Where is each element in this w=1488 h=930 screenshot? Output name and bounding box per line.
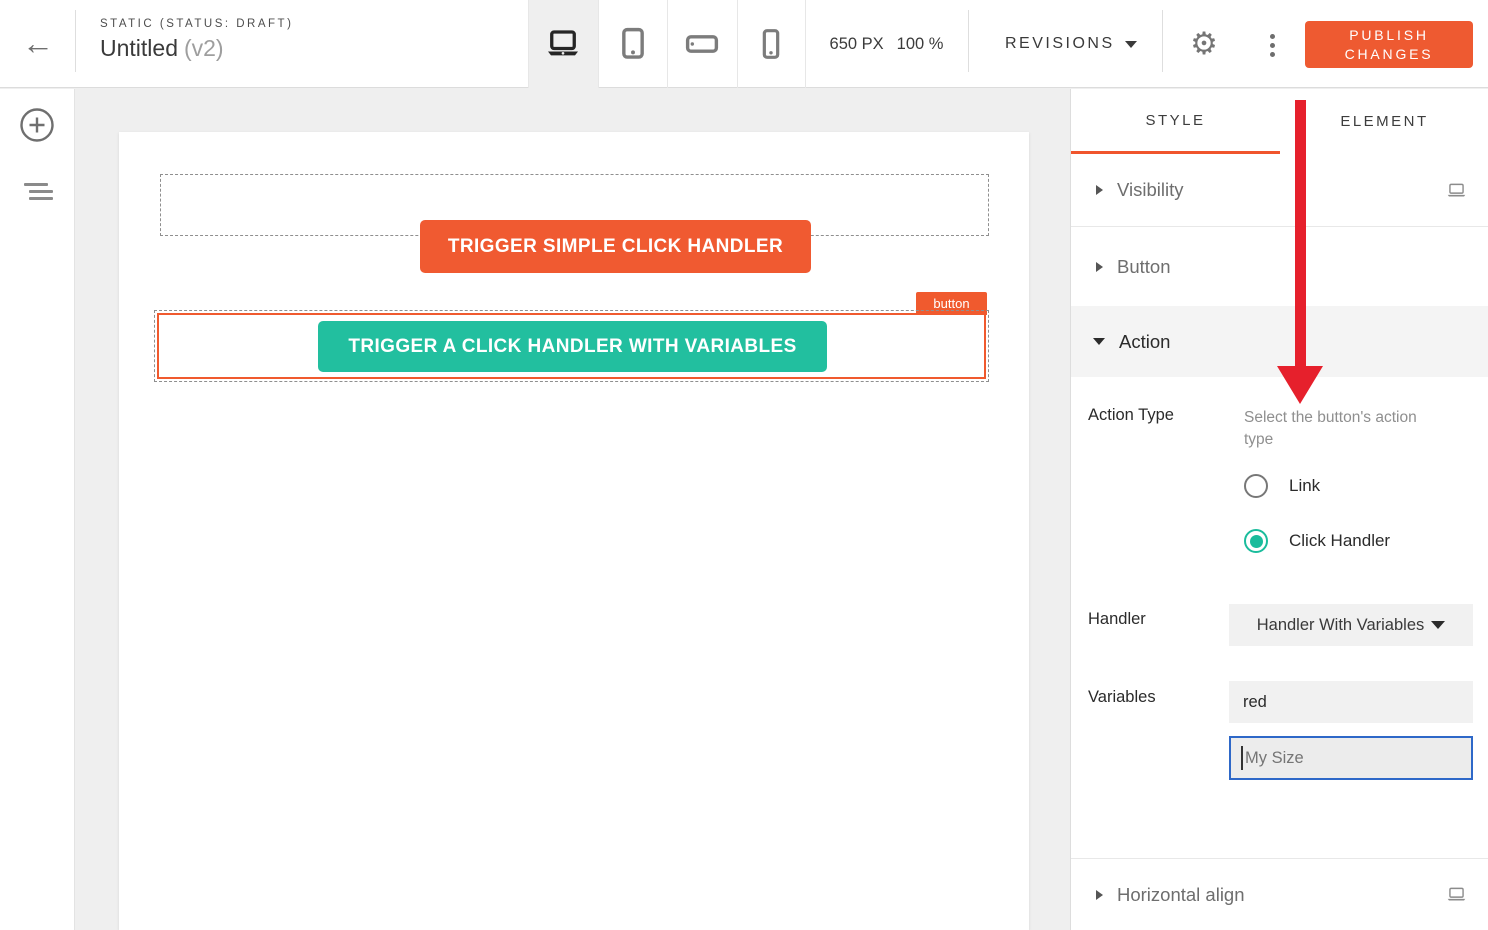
document-status: STATIC (STATUS: DRAFT) [100,18,293,30]
chevron-right-icon [1096,890,1103,900]
document-version: (v2) [184,35,224,61]
variables-click-handler-button[interactable]: TRIGGER A CLICK HANDLER WITH VARIABLES [318,321,827,372]
text-cursor [1241,746,1243,770]
laptop-icon [1446,887,1467,902]
annotation-arrow [1295,100,1306,367]
variable-value-input[interactable] [1229,681,1473,723]
chevron-right-icon [1096,185,1103,195]
chevron-down-icon [1431,621,1445,629]
back-icon[interactable]: ← [14,24,62,64]
document-title-block: STATIC (STATUS: DRAFT) Untitled(v2) [100,18,293,62]
tab-element[interactable]: ELEMENT [1280,89,1488,154]
divider [1162,10,1163,72]
viewport-zoom-info: 650 PX 100 % [805,0,968,88]
handler-select[interactable]: Handler With Variables [1229,604,1473,646]
radio-selected-icon[interactable] [1244,529,1268,553]
publish-changes-button[interactable]: PUBLISH CHANGES [1305,21,1473,68]
handler-label: Handler [1088,610,1146,629]
zoom-level-value: 100 % [897,35,944,54]
selected-element-tag-badge: button [916,292,987,315]
divider [75,10,76,72]
variables-label: Variables [1088,688,1156,707]
section-horizontal-align[interactable]: Horizontal align [1071,858,1488,930]
page-preview: TRIGGER SIMPLE CLICK HANDLER button TRIG… [119,132,1029,930]
viewport-width-value: 650 PX [830,35,884,54]
section-visibility[interactable]: Visibility [1071,154,1488,227]
revisions-dropdown[interactable]: REVISIONS [1005,0,1137,88]
kebab-menu-icon[interactable] [1260,27,1284,63]
tab-style[interactable]: STYLE [1071,89,1280,154]
device-laptop-icon[interactable] [528,0,598,88]
device-phone-landscape-icon[interactable] [667,0,737,88]
chevron-down-icon [1125,41,1137,48]
simple-click-handler-button[interactable]: TRIGGER SIMPLE CLICK HANDLER [420,220,811,273]
device-tablet-icon[interactable] [598,0,668,88]
add-element-icon[interactable] [19,107,55,143]
device-preview-switcher [528,0,806,88]
button-row-container[interactable]: TRIGGER SIMPLE CLICK HANDLER [160,174,989,236]
device-phone-portrait-icon[interactable] [737,0,807,88]
radio-option-link[interactable]: Link [1244,474,1320,498]
action-type-help-text: Select the button's action type [1244,407,1449,451]
top-toolbar: ← STATIC (STATUS: DRAFT) Untitled(v2) [0,0,1488,88]
laptop-icon [1446,183,1467,198]
variable-size-input[interactable] [1229,736,1473,780]
layers-list-icon[interactable] [24,183,54,201]
editor-canvas: TRIGGER SIMPLE CLICK HANDLER button TRIG… [76,89,1070,930]
action-type-label: Action Type [1088,406,1174,425]
radio-unselected-icon[interactable] [1244,474,1268,498]
inspector-panel: STYLE ELEMENT Visibility Button Action A… [1070,89,1488,930]
annotation-arrow-head [1277,366,1323,404]
radio-option-click-handler[interactable]: Click Handler [1244,529,1390,553]
gear-icon[interactable]: ⚙ [1184,24,1224,64]
section-button[interactable]: Button [1071,227,1488,306]
chevron-down-icon [1093,338,1105,345]
left-toolbar [0,89,75,930]
inspector-tabs: STYLE ELEMENT [1071,89,1488,154]
chevron-right-icon [1096,262,1103,272]
divider [968,10,969,72]
page-title: Untitled(v2) [100,35,293,62]
